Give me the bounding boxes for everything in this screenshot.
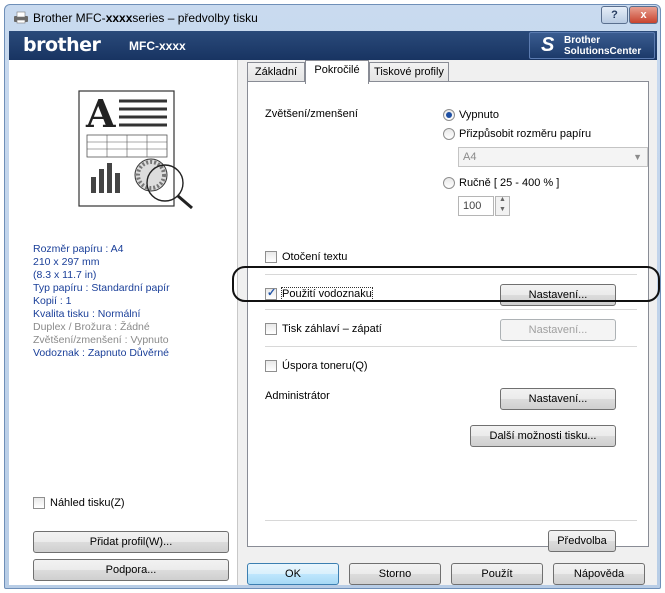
help-title-button[interactable]: ? bbox=[601, 6, 628, 24]
separator bbox=[265, 520, 637, 521]
header-footer-checkbox[interactable] bbox=[265, 323, 277, 335]
add-profile-button[interactable]: Přidat profil(W)... bbox=[33, 531, 229, 553]
header-footer-settings-button[interactable]: Nastavení... bbox=[500, 319, 616, 341]
fit-paper-size-select[interactable]: A4 ▼ bbox=[458, 147, 648, 167]
scaling-label: Zvětšení/zmenšení bbox=[265, 108, 358, 120]
print-preview-thumbnail: A bbox=[78, 90, 193, 210]
summary-line: Zvětšení/zmenšení : Vypnuto bbox=[33, 334, 169, 346]
print-preview-checkbox[interactable] bbox=[33, 497, 45, 509]
spin-down-icon: ▼ bbox=[499, 206, 506, 213]
cancel-button[interactable]: Storno bbox=[349, 563, 441, 585]
admin-settings-button[interactable]: Nastavení... bbox=[500, 388, 616, 410]
summary-line: Typ papíru : Standardní papír bbox=[33, 282, 170, 294]
brand-bar: brother MFC-xxxx S Brother SolutionsCent… bbox=[9, 31, 657, 60]
apply-button[interactable]: Použít bbox=[451, 563, 543, 585]
summary-line: 210 x 297 mm bbox=[33, 256, 100, 268]
separator bbox=[265, 309, 637, 310]
toner-save-checkbox[interactable] bbox=[265, 360, 277, 372]
separator bbox=[265, 346, 637, 347]
model-name: MFC-xxxx bbox=[129, 39, 186, 53]
solutions-logo-icon: S bbox=[541, 34, 555, 56]
settings-summary: Rozměr papíru : A4 210 x 297 mm (8.3 x 11.… bbox=[33, 243, 170, 360]
summary-line: (8.3 x 11.7 in) bbox=[33, 269, 97, 281]
help-button[interactable]: Nápověda bbox=[553, 563, 645, 585]
scaling-off-radio[interactable] bbox=[443, 109, 455, 121]
support-button[interactable]: Podpora... bbox=[33, 559, 229, 581]
print-preview-label: Náhled tisku(Z) bbox=[50, 497, 125, 509]
summary-line: Rozměr papíru : A4 bbox=[33, 243, 124, 255]
scale-spinner[interactable]: ▲ ▼ bbox=[495, 196, 510, 216]
brother-logo: brother bbox=[23, 34, 101, 56]
watermark-highlight-outline bbox=[232, 266, 660, 302]
summary-line: Kvalita tisku : Normální bbox=[33, 308, 141, 320]
scaling-manual-label: Ručně [ 25 - 400 % ] bbox=[459, 177, 560, 189]
solutions-center-button[interactable]: S Brother SolutionsCenter bbox=[529, 32, 655, 59]
fit-paper-size-value: A4 bbox=[463, 151, 477, 163]
solutions-label-2: SolutionsCenter bbox=[564, 46, 642, 57]
summary-line: Kopií : 1 bbox=[33, 295, 72, 307]
summary-line: Duplex / Brožura : Žádné bbox=[33, 321, 150, 333]
default-button[interactable]: Předvolba bbox=[548, 530, 616, 552]
spin-up-icon: ▲ bbox=[499, 196, 506, 203]
solutions-label-1: Brother bbox=[564, 35, 601, 46]
window-title: Brother MFC-xxxxseries – předvolby tisku bbox=[33, 11, 258, 25]
summary-line: Vodoznak : Zapnuto Důvěrné bbox=[33, 347, 170, 359]
ok-button[interactable]: OK bbox=[247, 563, 339, 585]
mirror-text-label: Otočení textu bbox=[282, 251, 348, 263]
tab-print-profiles[interactable]: Tiskové profily bbox=[369, 62, 449, 83]
scaling-manual-radio[interactable] bbox=[443, 177, 455, 189]
tab-basic[interactable]: Základní bbox=[247, 62, 305, 83]
preview-letter: A bbox=[85, 91, 116, 136]
printer-icon bbox=[14, 11, 28, 24]
more-print-options-button[interactable]: Další možnosti tisku... bbox=[470, 425, 616, 447]
administrator-label: Administrátor bbox=[265, 390, 330, 402]
scaling-off-label: Vypnuto bbox=[459, 109, 499, 121]
toner-save-label: Úspora toneru(Q) bbox=[282, 360, 368, 372]
dialog-client: A Rozměr papíru : A4 210 x 297 mm (8.3 x… bbox=[9, 60, 657, 585]
scaling-fit-label: Přizpůsobit rozměru papíru bbox=[459, 128, 592, 140]
title-bar: Brother MFC-xxxxseries – předvolby tisku… bbox=[5, 5, 660, 31]
header-footer-label: Tisk záhlaví – zápatí bbox=[282, 323, 382, 335]
summary-panel: A Rozměr papíru : A4 210 x 297 mm (8.3 x… bbox=[9, 60, 238, 585]
manual-scale-input[interactable]: 100 bbox=[458, 196, 494, 216]
tab-advanced[interactable]: Pokročilé bbox=[305, 60, 369, 84]
mirror-text-checkbox[interactable] bbox=[265, 251, 277, 263]
scaling-fit-radio[interactable] bbox=[443, 128, 455, 140]
chevron-down-icon: ▼ bbox=[633, 152, 642, 162]
close-button[interactable]: x bbox=[629, 6, 658, 24]
